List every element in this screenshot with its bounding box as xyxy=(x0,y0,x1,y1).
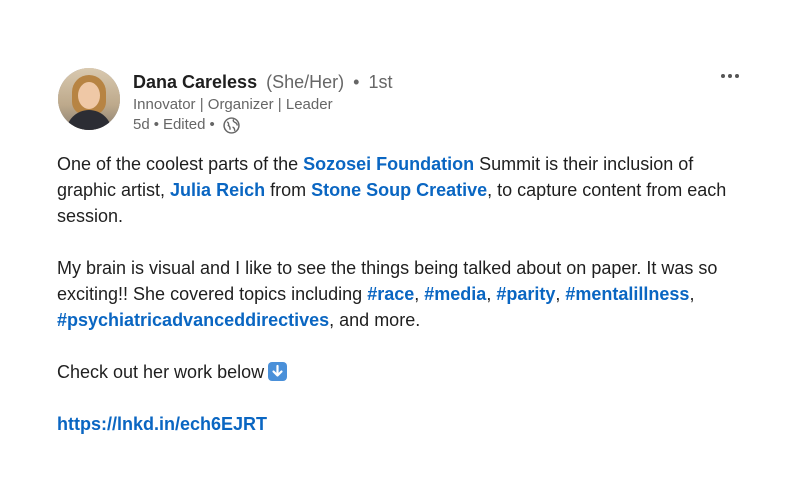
separator-dot: • xyxy=(353,72,360,92)
post-time-line: 5d • Edited • xyxy=(133,115,392,135)
author-meta: Dana Careless (She/Her) • 1st Innovator … xyxy=(133,71,392,135)
post-text: from xyxy=(265,180,312,200)
mention-sozosei-foundation[interactable]: Sozosei Foundation xyxy=(303,154,474,174)
post-text: , xyxy=(486,284,497,304)
more-horizontal-icon[interactable] xyxy=(718,70,742,82)
mention-julia-reich[interactable]: Julia Reich xyxy=(170,180,265,200)
post-header: Dana Careless (She/Her) • 1st Innovator … xyxy=(58,68,392,135)
globe-icon xyxy=(223,116,240,134)
hashtag-parity[interactable]: #parity xyxy=(496,284,555,304)
down-arrow-emoji-icon xyxy=(268,362,288,381)
post-paragraph-4: https://lnkd.in/ech6EJRT xyxy=(57,411,757,437)
author-pronouns: (She/Her) xyxy=(266,72,345,92)
post-paragraph-2: My brain is visual and I like to see the… xyxy=(57,255,757,333)
post-text: Check out her work below xyxy=(57,362,265,382)
post-text: , xyxy=(689,284,695,304)
hashtag-race[interactable]: #race xyxy=(367,284,414,304)
post-text: , and more. xyxy=(329,310,421,330)
post-text: One of the coolest parts of the xyxy=(57,154,304,174)
mention-stone-soup-creative[interactable]: Stone Soup Creative xyxy=(311,180,487,200)
avatar[interactable] xyxy=(58,68,120,130)
post-url-link[interactable]: https://lnkd.in/ech6EJRT xyxy=(57,414,267,434)
post-paragraph-1: One of the coolest parts of the Sozosei … xyxy=(57,151,757,229)
post-paragraph-3: Check out her work below xyxy=(57,359,757,385)
edited-label: Edited xyxy=(162,116,206,133)
separator-dot: • xyxy=(153,116,159,133)
post-age: 5d xyxy=(133,116,150,133)
post-text: , xyxy=(414,284,425,304)
hashtag-mentalillness[interactable]: #mentalillness xyxy=(565,284,689,304)
post-text: , xyxy=(555,284,566,304)
hashtag-media[interactable]: #media xyxy=(424,284,486,304)
author-headline: Innovator | Organizer | Leader xyxy=(133,96,333,113)
author-name[interactable]: Dana Careless xyxy=(133,72,257,92)
post-body: One of the coolest parts of the Sozosei … xyxy=(57,151,757,437)
connection-degree: 1st xyxy=(368,72,393,92)
separator-dot: • xyxy=(209,116,215,133)
hashtag-psychiatricadvanceddirectives[interactable]: #psychiatricadvanceddirectives xyxy=(57,310,329,330)
author-name-line: Dana Careless (She/Her) • 1st xyxy=(133,71,392,93)
linkedin-post: Dana Careless (She/Her) • 1st Innovator … xyxy=(0,0,800,500)
